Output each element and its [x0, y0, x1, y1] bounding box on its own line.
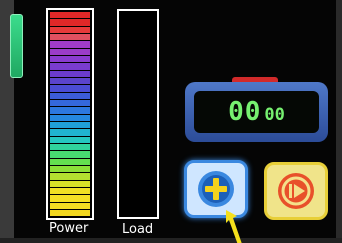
power-segment	[50, 195, 90, 202]
power-segment	[50, 136, 90, 143]
power-segment	[50, 48, 90, 55]
power-segment	[50, 99, 90, 107]
power-segment	[50, 114, 90, 121]
timer-seconds: 00	[264, 105, 285, 125]
power-segment	[50, 165, 90, 173]
right-bezel	[336, 0, 342, 243]
power-segment	[50, 19, 90, 26]
power-segment	[50, 70, 90, 77]
power-segment	[50, 41, 90, 48]
power-segment	[50, 180, 90, 187]
power-segment	[50, 202, 90, 209]
power-segment	[50, 85, 90, 92]
power-segment	[50, 55, 90, 63]
power-segment	[50, 107, 90, 114]
power-segment	[50, 77, 90, 85]
power-meter	[46, 8, 94, 220]
device-screen: Power Load 00 00	[0, 0, 342, 243]
power-segment	[50, 129, 90, 136]
power-label: Power	[49, 221, 89, 236]
power-segment	[50, 26, 90, 33]
timer-display: 00 00	[185, 82, 328, 142]
timer-screen: 00 00	[194, 91, 319, 133]
power-segment	[50, 33, 90, 41]
power-segment	[50, 92, 90, 99]
pointer-arrow	[226, 210, 242, 243]
bottom-bezel	[0, 238, 342, 243]
power-segment	[50, 209, 90, 217]
load-label: Load	[122, 222, 154, 237]
power-segment	[50, 187, 90, 195]
load-meter	[117, 9, 159, 219]
load-bar-stack	[119, 11, 157, 217]
timer-minutes: 00	[228, 97, 262, 127]
power-segment	[50, 173, 90, 180]
power-segment	[50, 12, 90, 19]
power-segment	[50, 151, 90, 158]
plus-icon	[198, 171, 234, 207]
play-button[interactable]	[264, 162, 328, 220]
side-tab-button[interactable]	[10, 14, 23, 78]
play-icon	[278, 173, 314, 209]
power-segment	[50, 143, 90, 151]
power-segment	[50, 63, 90, 70]
power-bar-stack	[50, 12, 90, 217]
power-segment	[50, 158, 90, 165]
power-segment	[50, 121, 90, 129]
